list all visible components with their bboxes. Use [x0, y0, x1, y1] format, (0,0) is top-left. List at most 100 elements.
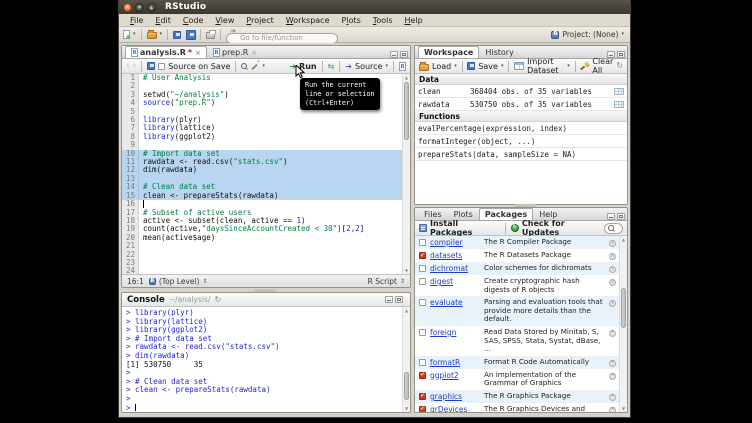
save-workspace-icon[interactable]	[467, 62, 475, 70]
package-link[interactable]: dichromat	[430, 264, 480, 273]
goto-file-input[interactable]	[226, 33, 338, 44]
scope-selector[interactable]: (Top Level) ⇕	[149, 277, 208, 286]
close-tab-icon[interactable]: ×	[195, 49, 201, 57]
minimize-icon[interactable]: ▾	[135, 3, 144, 12]
menu-item-help[interactable]: Help	[399, 16, 429, 25]
package-checkbox[interactable]	[419, 393, 426, 400]
minimize-pane-icon[interactable]	[607, 213, 615, 220]
load-workspace-icon[interactable]	[419, 64, 429, 71]
package-checkbox[interactable]	[419, 329, 426, 336]
chevron-down-icon[interactable]: ▾	[160, 32, 163, 37]
scrollbar-thumb[interactable]	[621, 288, 626, 328]
package-checkbox[interactable]	[419, 372, 426, 379]
load-button[interactable]: Load	[432, 62, 451, 71]
scroll-up-icon[interactable]: ▲	[403, 308, 410, 313]
back-icon[interactable]: ‹	[126, 62, 130, 71]
menu-item-edit[interactable]: Edit	[149, 16, 177, 25]
package-link[interactable]: evaluate	[430, 298, 480, 307]
save-icon[interactable]	[147, 62, 155, 70]
menu-item-code[interactable]: Code	[177, 16, 210, 25]
remove-package-icon[interactable]	[609, 240, 616, 247]
package-link[interactable]: formatR	[430, 358, 480, 367]
maximize-pane-icon[interactable]	[400, 51, 408, 58]
editor-scrollbar[interactable]: ▲ ▼	[402, 74, 410, 274]
refresh-icon[interactable]: ↻	[214, 296, 221, 304]
package-checkbox[interactable]	[419, 359, 426, 366]
package-link[interactable]: digest	[430, 277, 480, 286]
save-icon[interactable]	[173, 31, 181, 39]
code-tools-icon[interactable]	[250, 62, 259, 71]
package-checkbox[interactable]	[419, 265, 426, 272]
new-file-icon[interactable]	[123, 30, 130, 39]
source-button[interactable]: Source	[355, 62, 382, 71]
menu-item-tools[interactable]: Tools	[367, 16, 399, 25]
remove-package-icon[interactable]	[609, 300, 616, 307]
minimize-pane-icon[interactable]	[607, 51, 615, 58]
remove-package-icon[interactable]	[609, 266, 616, 273]
scrollbar-thumb[interactable]	[404, 372, 409, 400]
editor-tab-prep.R[interactable]: prep.R×	[207, 46, 263, 58]
open-file-icon[interactable]	[147, 32, 157, 39]
compile-notebook-icon[interactable]	[399, 62, 406, 71]
chevron-down-icon[interactable]: ▾	[454, 64, 457, 69]
scroll-down-icon[interactable]: ▼	[620, 406, 627, 411]
print-icon[interactable]	[206, 32, 215, 39]
scroll-up-icon[interactable]: ▲	[403, 75, 410, 80]
remove-package-icon[interactable]	[609, 360, 616, 367]
workspace-row[interactable]: clean368404 obs. of 35 variables	[415, 85, 627, 98]
maximize-pane-icon[interactable]	[617, 51, 625, 58]
console-output[interactable]: > library(plyr)> library(lattice)> libra…	[122, 307, 402, 412]
package-link[interactable]: grDevices	[430, 405, 480, 412]
import-dataset-button[interactable]: Import Dataset	[527, 57, 564, 75]
remove-package-icon[interactable]	[609, 330, 616, 337]
minimize-pane-icon[interactable]	[390, 51, 398, 58]
editor-tab-analysis.R[interactable]: analysis.R*×	[125, 46, 207, 58]
scroll-down-icon[interactable]: ▼	[403, 406, 410, 411]
maximize-pane-icon[interactable]	[395, 296, 403, 303]
package-checkbox[interactable]	[419, 239, 426, 246]
install-packages-icon[interactable]	[419, 224, 427, 232]
package-link[interactable]: graphics	[430, 392, 480, 401]
scrollbar-thumb[interactable]	[404, 82, 409, 140]
tab-workspace[interactable]: Workspace	[418, 46, 479, 58]
chevron-down-icon[interactable]: ▾	[133, 32, 136, 37]
check-updates-button[interactable]: Check for Updates	[522, 219, 601, 237]
source-on-save-checkbox[interactable]	[158, 63, 165, 70]
forward-icon[interactable]: ›	[133, 62, 137, 71]
save-all-icon[interactable]	[187, 31, 195, 39]
scroll-down-icon[interactable]: ▼	[403, 268, 410, 273]
source-icon[interactable]: ➔	[345, 62, 352, 71]
splitter-handle[interactable]	[254, 289, 276, 292]
package-checkbox[interactable]	[419, 406, 426, 412]
minimize-pane-icon[interactable]	[385, 296, 393, 303]
package-link[interactable]: compiler	[430, 238, 480, 247]
check-updates-icon[interactable]	[511, 224, 519, 232]
close-icon[interactable]: ×	[123, 3, 132, 12]
remove-package-icon[interactable]	[609, 373, 616, 380]
import-dataset-icon[interactable]	[514, 62, 524, 70]
find-icon[interactable]	[241, 63, 247, 69]
packages-scrollbar[interactable]: ▲ ▼	[619, 236, 627, 412]
view-data-icon[interactable]	[614, 101, 624, 108]
chevron-down-icon[interactable]: ▾	[262, 64, 265, 69]
save-button[interactable]: Save	[478, 62, 498, 71]
remove-package-icon[interactable]	[609, 407, 616, 412]
remove-package-icon[interactable]	[609, 253, 616, 260]
package-checkbox[interactable]	[419, 278, 426, 285]
package-checkbox[interactable]	[419, 299, 426, 306]
splitter-handle[interactable]	[514, 204, 536, 207]
chevron-down-icon[interactable]: ▾	[501, 64, 504, 69]
package-link[interactable]: datasets	[430, 251, 480, 260]
remove-package-icon[interactable]	[609, 279, 616, 286]
tab-history[interactable]: History	[479, 46, 519, 58]
menu-item-workspace[interactable]: Workspace	[280, 16, 336, 25]
view-data-icon[interactable]	[614, 88, 624, 95]
filetype-selector[interactable]: R Script ⇕	[368, 277, 405, 286]
menu-item-file[interactable]: File	[124, 16, 149, 25]
clear-all-icon[interactable]	[580, 62, 589, 71]
menu-item-view[interactable]: View	[209, 16, 240, 25]
chevron-down-icon[interactable]: ▾	[385, 64, 388, 69]
chevron-down-icon[interactable]: ▾	[567, 64, 570, 69]
install-packages-button[interactable]: Install Packages	[430, 219, 500, 237]
workspace-row[interactable]: formatInteger(object, ...)	[415, 135, 627, 148]
